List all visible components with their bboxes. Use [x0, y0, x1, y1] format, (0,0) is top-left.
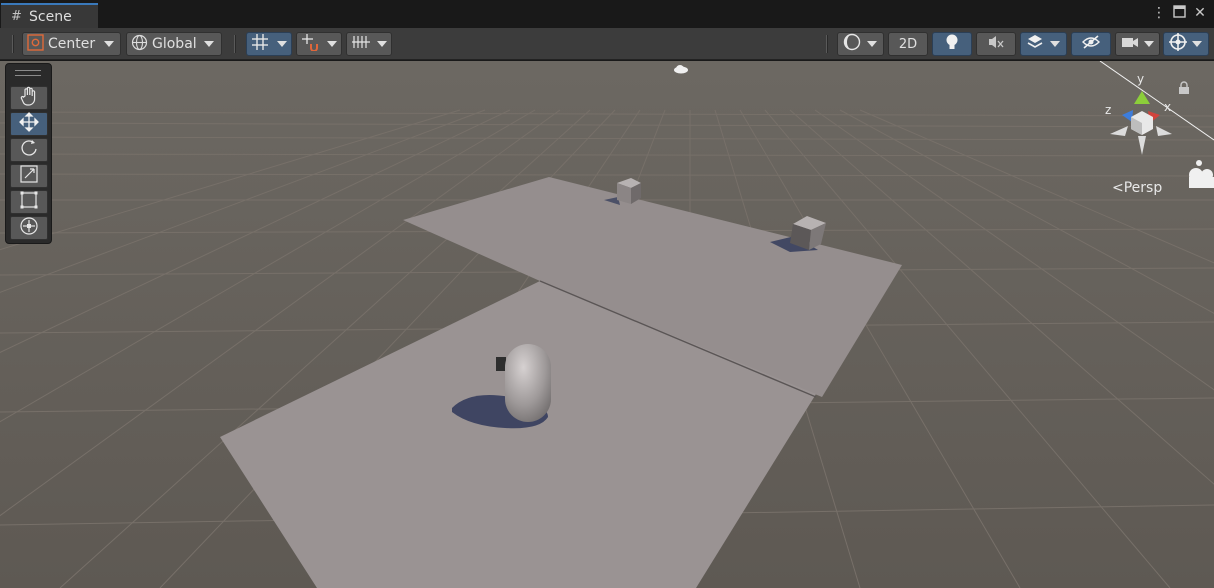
mode-2d-button[interactable]: 2D — [888, 32, 928, 56]
scene-render — [0, 61, 1214, 588]
pivot-label: Center — [48, 36, 96, 52]
gizmo-x-label: x — [1164, 100, 1172, 114]
rotate-tool[interactable] — [10, 138, 48, 162]
grid-icon: # — [11, 9, 22, 24]
chevron-left-icon: < — [1112, 180, 1124, 196]
audio-mute-icon — [987, 34, 1005, 54]
scale-tool[interactable] — [10, 164, 48, 188]
scale-icon — [19, 164, 39, 188]
projection-toggle[interactable]: <Persp — [1112, 180, 1162, 196]
gizmo-y-label: y — [1137, 72, 1145, 86]
close-icon[interactable]: ✕ — [1191, 5, 1209, 21]
globe-icon — [131, 34, 148, 55]
transform-tool[interactable] — [10, 216, 48, 240]
gizmo-icon — [1168, 32, 1188, 56]
tool-palette — [5, 63, 52, 244]
chevron-down-icon — [377, 41, 387, 47]
y-axis-cone — [1134, 91, 1150, 104]
chevron-down-icon — [277, 41, 287, 47]
chevron-down-icon — [104, 41, 115, 47]
chevron-down-icon — [1144, 41, 1154, 47]
scene-visibility-button[interactable] — [1071, 32, 1111, 56]
chevron-down-icon — [1192, 41, 1202, 47]
camera-icon — [1121, 35, 1139, 53]
shading-mode-button[interactable] — [837, 32, 884, 56]
hand-icon — [20, 86, 38, 110]
chevron-down-icon — [867, 41, 877, 47]
grid-snap-icon — [251, 33, 271, 55]
gizmos-button[interactable] — [1163, 32, 1209, 56]
chevron-down-icon — [203, 41, 214, 47]
scene-toolbar: Center Global 2D — [0, 28, 1214, 60]
toolbar-separator — [12, 35, 14, 53]
lighting-button[interactable] — [932, 32, 972, 56]
chevron-down-icon — [1050, 41, 1060, 47]
rect-tool[interactable] — [10, 190, 48, 214]
move-icon — [19, 112, 39, 136]
tab-scene-label: Scene — [29, 9, 72, 25]
toolbar-separator — [826, 35, 828, 53]
maximize-icon[interactable] — [1170, 5, 1188, 22]
transform-icon — [19, 216, 39, 240]
shading-mode-icon — [843, 33, 861, 55]
incremental-snap-button[interactable] — [296, 32, 342, 56]
space-dropdown[interactable]: Global — [126, 32, 222, 56]
rect-icon — [19, 190, 39, 214]
chevron-down-icon — [327, 41, 337, 47]
lock-icon[interactable] — [1178, 80, 1190, 99]
visibility-icon — [1081, 34, 1101, 54]
tab-strip: # Scene ⋮ ✕ — [0, 0, 1214, 28]
scene-viewport[interactable] — [0, 61, 1214, 588]
audio-button[interactable] — [976, 32, 1016, 56]
toolbar-separator — [234, 35, 236, 53]
move-tool[interactable] — [10, 112, 48, 136]
layers-icon — [1026, 33, 1044, 55]
projection-label: Persp — [1123, 180, 1163, 196]
hand-tool[interactable] — [10, 86, 48, 110]
effects-button[interactable] — [1020, 32, 1067, 56]
mode-2d-label: 2D — [898, 36, 918, 52]
pivot-dropdown[interactable]: Center — [22, 32, 121, 56]
scene-camera-icon — [1185, 158, 1214, 196]
snap-magnet-icon — [301, 33, 321, 55]
grid-visibility-icon — [351, 33, 371, 55]
drag-handle[interactable] — [15, 70, 41, 76]
lightbulb-icon — [944, 33, 960, 55]
grid-snap-button[interactable] — [246, 32, 292, 56]
rotate-icon — [19, 138, 39, 162]
camera-settings-button[interactable] — [1115, 32, 1160, 56]
tab-scene[interactable]: # Scene — [1, 3, 98, 28]
space-label: Global — [152, 36, 197, 52]
pivot-center-icon — [27, 33, 44, 55]
grid-visibility-button[interactable] — [346, 32, 392, 56]
kebab-menu-icon[interactable]: ⋮ — [1150, 5, 1168, 21]
gizmo-z-label: z — [1105, 103, 1112, 117]
